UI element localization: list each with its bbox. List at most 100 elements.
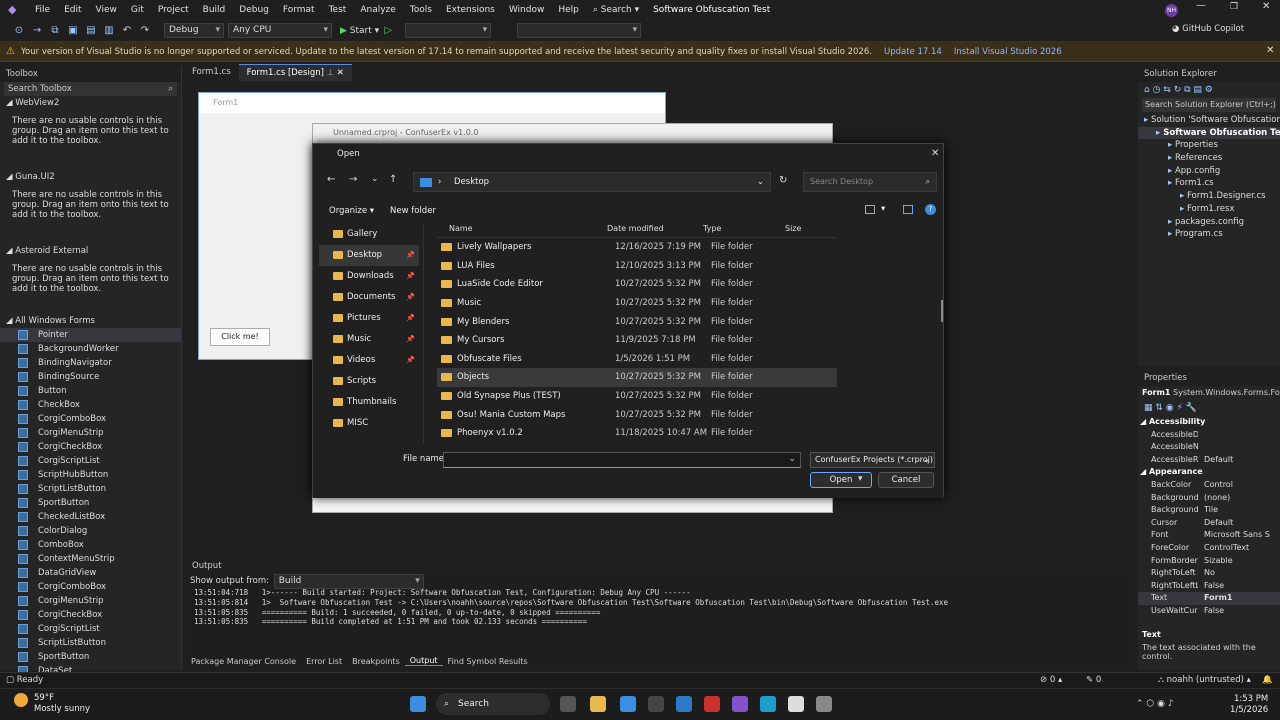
toolbox-item[interactable]: CorgiScriptList (0, 622, 181, 636)
pin-icon[interactable]: 📌 (406, 266, 415, 287)
pin-icon[interactable]: ⊥ (327, 68, 334, 78)
infobar-close-icon[interactable]: ✕ (1266, 45, 1274, 56)
nav-item-gallery[interactable]: Gallery (319, 224, 419, 245)
pin-icon[interactable]: 📌 (406, 329, 415, 350)
col-date-modified[interactable]: Date modified (607, 224, 703, 237)
edge-icon[interactable] (760, 696, 776, 712)
platform-dropdown[interactable]: Any CPU (228, 23, 332, 38)
menu-edit[interactable]: Edit (57, 0, 88, 20)
address-bar[interactable]: › Desktop ⌄ (413, 172, 771, 192)
start-icon[interactable] (410, 696, 426, 712)
file-row[interactable]: Lively Wallpapers 12/16/2025 7:19 PM File … (437, 238, 837, 257)
user-account[interactable]: ⛬ noahh (untrusted) ▴ (1158, 673, 1251, 688)
pin-icon[interactable]: 📌 (406, 308, 415, 329)
menu-file[interactable]: File (28, 0, 57, 20)
minimize-icon[interactable]: — (1196, 0, 1206, 11)
col-name[interactable]: Name (437, 224, 607, 237)
col-type[interactable]: Type (703, 224, 785, 237)
toolbox-item[interactable]: CheckBox (0, 398, 181, 412)
menu-build[interactable]: Build (196, 0, 233, 20)
vscode-icon[interactable] (676, 696, 692, 712)
view-dropdown-icon[interactable]: ▾ (881, 204, 885, 214)
store-icon[interactable] (620, 696, 636, 712)
search-desktop-input[interactable]: Search Desktop ⌕ (803, 172, 937, 192)
file-row[interactable]: Old Synapse Plus (TEST) 10/27/2025 5:32 P… (437, 387, 837, 406)
chevron-down-icon[interactable]: ⌄ (788, 454, 796, 464)
view-options-icon[interactable] (865, 205, 875, 214)
file-list-scrollbar[interactable] (941, 300, 943, 322)
solution-tree-item[interactable]: ▸ Properties (1138, 139, 1280, 152)
config-dropdown[interactable]: Debug (164, 23, 224, 38)
file-name-input[interactable]: ⌄ (443, 452, 801, 468)
bottom-tab[interactable]: Package Manager Console (186, 657, 301, 666)
property-row[interactable]: Cursor Default (1138, 517, 1280, 530)
solution-tree-item[interactable]: ▸ Solution 'Software Obfuscation Test' (1138, 114, 1280, 127)
open-dropdown-icon[interactable]: ▾ (858, 474, 863, 484)
toolbox-item[interactable]: ScriptListButton (0, 482, 181, 496)
solution-tree-item[interactable]: ▸ App.config (1138, 165, 1280, 178)
toolbox-group-asteroid[interactable]: ◢ Asteroid External (0, 244, 181, 258)
bottom-tab[interactable]: Breakpoints (347, 657, 405, 666)
bottom-tab[interactable]: Find Symbol Results (443, 657, 533, 666)
property-row[interactable]: Font Microsoft Sans S (1138, 529, 1280, 542)
toolbox-item[interactable]: CorgiComboBox (0, 412, 181, 426)
menu-help[interactable]: Help (551, 0, 586, 20)
refresh-icon[interactable]: ↻ (779, 175, 787, 186)
solution-tree-item[interactable]: ▸ packages.config (1138, 216, 1280, 229)
app-icon[interactable] (648, 696, 664, 712)
start-without-debug-icon[interactable]: ▷ (381, 24, 395, 38)
file-row[interactable]: My Blenders 10/27/2025 5:32 PM File folder (437, 312, 837, 331)
close-icon[interactable]: ✕ (1262, 1, 1270, 12)
new-project-icon[interactable]: ⧉ (48, 24, 62, 38)
click-me-button[interactable]: Click me! (210, 328, 270, 346)
chrome-icon[interactable] (788, 696, 804, 712)
solution-tree-item[interactable]: ▸ Form1.cs (1138, 177, 1280, 190)
search-menu[interactable]: ⌕ Search ▾ (586, 0, 646, 20)
chevron-down-icon[interactable]: ⌄ (757, 173, 764, 191)
tab-form1-cs[interactable]: Form1.cs (184, 64, 239, 80)
close-tab-icon[interactable]: ✕ (337, 68, 344, 78)
toolbox-item[interactable]: CorgiComboBox (0, 580, 181, 594)
property-row[interactable]: FormBorderStySizable (1138, 555, 1280, 568)
solution-tree-item[interactable]: ▸ Program.cs (1138, 228, 1280, 241)
menu-format[interactable]: Format (276, 0, 322, 20)
forward-icon[interactable]: → (30, 24, 44, 38)
property-row[interactable]: AccessibleDesc (1138, 429, 1280, 442)
file-row[interactable]: Obfuscate Files 1/5/2026 1:51 PM File fold… (437, 350, 837, 369)
vs-logo-icon[interactable]: ◆ (8, 3, 22, 17)
toolbox-item[interactable]: Pointer (0, 328, 181, 342)
nav-item-misc[interactable]: MISC (319, 413, 419, 434)
changes-count[interactable]: ✎ 0 (1086, 673, 1101, 688)
dialog-close-icon[interactable]: ✕ (931, 148, 939, 159)
system-tray-icons[interactable]: ⌃ ⬡ ◉ ♪ (1136, 699, 1174, 709)
properties-object-selector[interactable]: Form1 System.Windows.Forms.Fo (1138, 386, 1280, 400)
new-folder-button[interactable]: New folder (390, 206, 436, 216)
nav-item-scripts[interactable]: Scripts (319, 371, 419, 392)
nav-item-desktop[interactable]: Desktop 📌 (319, 245, 419, 266)
solution-search[interactable]: Search Solution Explorer (Ctrl+;) (1142, 98, 1276, 112)
nav-item-pictures[interactable]: Pictures 📌 (319, 308, 419, 329)
solution-tree-item[interactable]: ▸ Software Obfuscation Test (1138, 126, 1280, 140)
property-row[interactable]: ForeColor ControlText (1138, 542, 1280, 555)
task-view-icon[interactable] (560, 696, 576, 712)
nav-item-downloads[interactable]: Downloads 📌 (319, 266, 419, 287)
property-row[interactable]: UseWaitCursorFalse (1138, 605, 1280, 618)
property-row[interactable]: BackColor Control (1138, 479, 1280, 492)
property-row[interactable]: BackgroundImTile (1138, 504, 1280, 517)
open-icon[interactable]: ▣ (66, 24, 80, 38)
back-icon[interactable]: ⊙ (12, 24, 26, 38)
visual-studio-icon[interactable] (732, 696, 748, 712)
menu-test[interactable]: Test (322, 0, 354, 20)
file-row[interactable]: Osu! Mania Custom Maps 10/27/2025 5:32 PM… (437, 405, 837, 424)
target-dropdown[interactable] (405, 23, 492, 38)
col-size[interactable]: Size (785, 224, 825, 237)
file-explorer-icon[interactable] (590, 696, 606, 712)
preview-pane-icon[interactable] (903, 205, 913, 214)
toolbox-item[interactable]: Button (0, 384, 181, 398)
menu-analyze[interactable]: Analyze (353, 0, 402, 20)
nav-item-music[interactable]: Music 📌 (319, 329, 419, 350)
toolbox-item[interactable]: CorgiCheckBox (0, 440, 181, 454)
file-row[interactable]: My Cursors 11/9/2025 7:18 PM File folder (437, 331, 837, 350)
file-row[interactable]: Music 10/27/2025 5:32 PM File folder (437, 294, 837, 313)
recent-dropdown-icon[interactable]: ⌄ (371, 174, 379, 184)
